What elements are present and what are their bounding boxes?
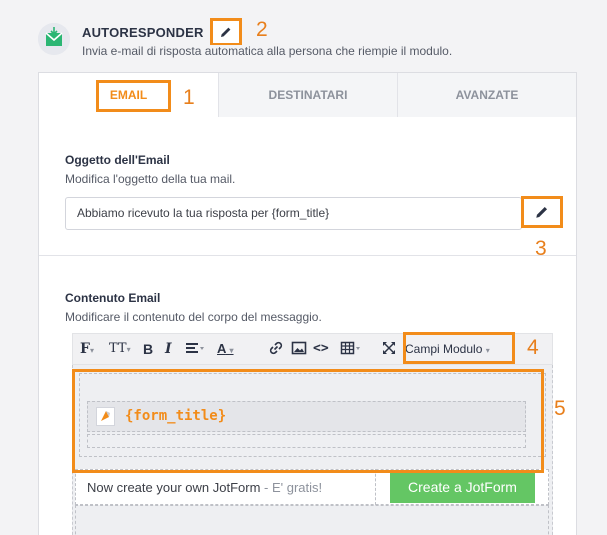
- autoresponder-icon: [38, 23, 70, 55]
- annotation-4: 4: [527, 336, 539, 359]
- edit-subject-button[interactable]: [527, 201, 557, 223]
- annotation-5: 5: [554, 397, 566, 420]
- pencil-icon: [536, 206, 548, 218]
- fullscreen-icon: [383, 342, 395, 354]
- highlight-campi-modulo: [403, 332, 515, 364]
- footer-block: [75, 505, 549, 535]
- italic-button[interactable]: I: [165, 340, 172, 358]
- annotation-1: 1: [183, 86, 195, 109]
- align-left-icon: [186, 343, 204, 353]
- font-size-button[interactable]: TT▾: [109, 340, 131, 359]
- table-icon: [340, 341, 360, 355]
- align-button[interactable]: [185, 340, 205, 360]
- section-divider: [39, 255, 576, 256]
- source-code-button[interactable]: <>: [313, 340, 329, 358]
- image-button[interactable]: [291, 340, 307, 360]
- bold-button[interactable]: B: [143, 340, 153, 358]
- image-icon: [291, 341, 307, 355]
- highlight-header-block: [72, 369, 544, 473]
- promo-text: Now create your own JotForm - E' gratis!: [87, 480, 323, 495]
- font-family-button[interactable]: F▾: [80, 340, 94, 359]
- content-description: Modificare il contenuto del corpo del me…: [65, 310, 322, 324]
- table-button[interactable]: [340, 340, 362, 360]
- content-title: Contenuto Email: [65, 291, 161, 305]
- highlight-email-tab: [96, 80, 171, 112]
- annotation-3: 3: [535, 237, 547, 260]
- link-icon: [269, 341, 283, 355]
- subject-input[interactable]: Abbiamo ricevuto la tua risposta per {fo…: [65, 197, 522, 230]
- text-color-button[interactable]: A ▾: [217, 340, 234, 360]
- subject-title: Oggetto dell'Email: [65, 153, 170, 167]
- page-title: AUTORESPONDER: [82, 25, 204, 40]
- tab-destinatari[interactable]: DESTINATARI: [218, 73, 397, 117]
- annotation-2: 2: [256, 18, 268, 41]
- promo-separator: [375, 469, 376, 505]
- tab-avanzate[interactable]: AVANZATE: [397, 73, 576, 117]
- edit-title-button[interactable]: [213, 21, 239, 43]
- tab-avanzate-label: AVANZATE: [455, 88, 519, 102]
- create-jotform-button[interactable]: Create a JotForm: [390, 471, 535, 503]
- fullscreen-button[interactable]: [381, 340, 397, 360]
- tab-destinatari-label: DESTINATARI: [268, 88, 348, 102]
- pencil-icon: [221, 27, 231, 37]
- page-description: Invia e-mail di risposta automatica alla…: [82, 44, 453, 58]
- link-button[interactable]: [268, 340, 284, 360]
- promo-row: Now create your own JotForm - E' gratis!…: [75, 469, 549, 505]
- subject-description: Modifica l'oggetto della tua mail.: [65, 172, 236, 186]
